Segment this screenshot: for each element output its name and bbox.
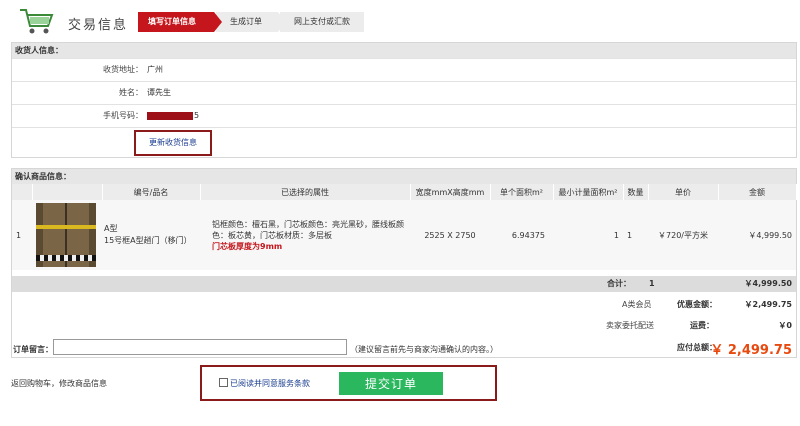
- goods-header-row: 编号/品名 已选择的属性 宽度mmX高度mm 单个面积m² 最小计量面积m² 数…: [12, 184, 797, 200]
- step-fill-order: 填写订单信息: [138, 12, 222, 32]
- item-attrs-cell: 铝框颜色：檀石黑，门芯板颜色：亮光黑砂，腰线板颜色：板芯黄，门芯板材质：多层板 …: [200, 200, 410, 270]
- message-label: 订单留言：: [13, 345, 53, 354]
- order-steps: 填写订单信息 生成订单 网上支付或汇款: [138, 12, 364, 32]
- submit-area: 已阅读并同意服务条款 提交订单: [200, 365, 497, 401]
- name-label: 姓名：: [119, 88, 143, 97]
- return-to-cart-link[interactable]: 返回购物车，修改商品信息: [11, 378, 107, 389]
- address-value: 广州: [147, 65, 163, 74]
- order-message-input[interactable]: [53, 339, 347, 355]
- address-label: 收货地址：: [103, 65, 143, 74]
- col-qty: 数量: [623, 184, 649, 200]
- total-amount: ￥4,999.50: [744, 279, 792, 288]
- total-row: 合计： 1 ￥4,999.50: [12, 276, 796, 292]
- shipping-value: ￥0: [778, 321, 792, 330]
- col-amount: 金额: [718, 184, 797, 200]
- product-image[interactable]: [36, 203, 96, 267]
- agree-label[interactable]: 已阅读并同意服务条款: [230, 379, 310, 388]
- name-row: 姓名： 谭先生: [12, 81, 796, 103]
- item-name-cell: A型 15号框A型趟门（移门）: [102, 200, 200, 270]
- message-hint: （建议留言前先与商家沟通确认的内容。）: [350, 345, 498, 354]
- item-code: A型: [104, 224, 118, 233]
- total-label: 合计：: [607, 279, 631, 288]
- step-create-order: 生成订单: [216, 12, 286, 32]
- agree-checkbox[interactable]: [219, 378, 228, 387]
- goods-table: 编号/品名 已选择的属性 宽度mmX高度mm 单个面积m² 最小计量面积m² 数…: [12, 184, 797, 270]
- item-qty: 1: [623, 200, 648, 270]
- col-min-area: 最小计量面积m²: [553, 184, 624, 200]
- agree-terms[interactable]: 已阅读并同意服务条款: [219, 378, 310, 389]
- col-unit-price: 单价: [648, 184, 719, 200]
- table-row: 1 A型 15号框A型趟门（移门） 铝框颜色：檀石黑，门芯板颜色：亮光黑砂，腰线…: [12, 200, 796, 270]
- receiver-section-title: 收货人信息：: [12, 43, 796, 58]
- update-address-link[interactable]: 更新收货信息: [134, 130, 212, 156]
- col-area: 单个面积m²: [490, 184, 554, 200]
- phone-value: 5: [147, 105, 199, 127]
- name-value: 谭先生: [147, 88, 171, 97]
- item-name[interactable]: 15号框A型趟门（移门）: [104, 235, 200, 247]
- goods-section-title: 确认商品信息：: [12, 169, 796, 184]
- phone-row: 手机号码： 5: [12, 104, 796, 126]
- step-online-payment: 网上支付或汇款: [280, 12, 364, 32]
- item-unit-price: ￥720/平方米: [648, 200, 718, 270]
- discount-label: 优惠金额：: [677, 300, 717, 309]
- shipping-label: 运费：: [690, 321, 714, 330]
- col-size: 宽度mmX高度mm: [410, 184, 491, 200]
- delivery-method: 卖家委托配送: [606, 321, 654, 330]
- member-type: A类会员: [622, 300, 652, 309]
- discount-value: ￥2,499.75: [744, 300, 792, 309]
- item-attrs: 铝框颜色：檀石黑，门芯板颜色：亮光黑砂，腰线板颜色：板芯黄，门芯板材质：多层板: [212, 219, 404, 240]
- col-code-name: 编号/品名: [102, 184, 201, 200]
- item-amount: ￥4,999.50: [718, 200, 796, 270]
- item-size: 2525 X 2750: [410, 200, 490, 270]
- submit-order-button[interactable]: 提交订单: [339, 372, 443, 395]
- phone-label: 手机号码：: [103, 111, 143, 120]
- shopping-cart-icon: [18, 6, 56, 36]
- item-area: 6.94375: [490, 200, 553, 270]
- item-index: 1: [12, 200, 32, 270]
- receiver-section: 收货人信息： 收货地址： 广州 姓名： 谭先生 手机号码： 5 更新收货信息: [11, 42, 797, 158]
- update-row: [12, 127, 796, 158]
- payable-total: ￥ 2,499.75: [710, 343, 792, 358]
- item-min-area: 1: [553, 200, 623, 270]
- item-attr-note: 门芯板厚度为9mm: [212, 241, 283, 251]
- page-title: 交易信息: [68, 18, 129, 33]
- address-row: 收货地址： 广州: [12, 58, 796, 80]
- phone-redaction: [147, 111, 193, 120]
- phone-tail: 5: [194, 111, 200, 120]
- col-attrs: 已选择的属性: [200, 184, 411, 200]
- total-qty: 1: [649, 279, 655, 288]
- goods-section: 确认商品信息： 编号/品名 已选择的属性 宽度mmX高度mm 单个面积m² 最小…: [11, 168, 797, 358]
